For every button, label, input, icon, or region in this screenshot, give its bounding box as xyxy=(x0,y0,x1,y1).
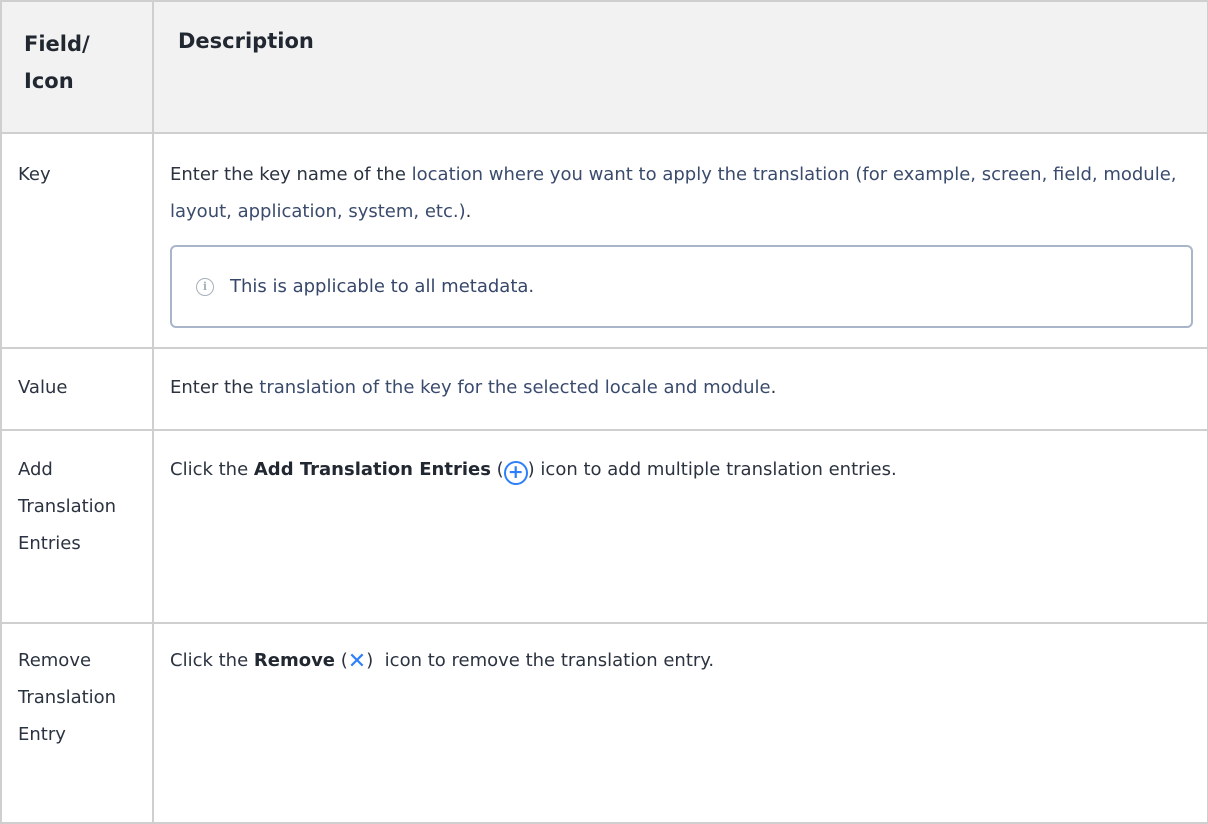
description-cell: Click the Remove (✕) icon to remove the … xyxy=(152,622,1208,824)
paren-close: ) xyxy=(527,459,535,480)
description-text: Click the Add Translation Entries (+) ic… xyxy=(154,431,1207,488)
info-note: i This is applicable to all metadata. xyxy=(170,245,1193,328)
description-text: Enter the translation of the key for the… xyxy=(154,349,1207,406)
header-description-label: Description xyxy=(178,29,314,53)
header-cell-description: Description xyxy=(152,0,1208,134)
description-cell: Enter the key name of the location where… xyxy=(152,132,1208,349)
header-field-label: Field/ Icon xyxy=(24,32,90,93)
description-end: icon to add multiple translation entries… xyxy=(534,459,897,480)
field-name: Key xyxy=(18,164,51,185)
description-end: . xyxy=(770,377,777,398)
info-note-text: This is applicable to all metadata. xyxy=(230,276,535,297)
field-description-table: Field/ Icon Description Key Enter the ke… xyxy=(0,0,1208,824)
field-cell: Value xyxy=(0,347,154,431)
description-lead: Click the xyxy=(170,650,254,671)
field-name: Remove Translation Entry xyxy=(18,650,117,745)
field-cell: Add Translation Entries xyxy=(0,429,154,624)
info-icon: i xyxy=(196,277,214,296)
table-row: Key Enter the key name of the location w… xyxy=(0,132,1208,349)
field-cell: Remove Translation Entry xyxy=(0,622,154,824)
table-row: Value Enter the translation of the key f… xyxy=(0,347,1208,431)
table-row: Remove Translation Entry Click the Remov… xyxy=(0,622,1208,824)
description-text: Enter the key name of the location where… xyxy=(154,134,1207,328)
table-row: Add Translation Entries Click the Add Tr… xyxy=(0,429,1208,624)
description-cell: Enter the translation of the key for the… xyxy=(152,347,1208,431)
paren-open: ( xyxy=(335,650,348,671)
header-cell-field: Field/ Icon xyxy=(0,0,154,134)
translation-link-text: translation of the key for the selected … xyxy=(259,377,771,398)
description-lead: Enter the key name of the xyxy=(170,164,412,185)
remove-label: Remove xyxy=(253,650,336,671)
description-text: Click the Remove (✕) icon to remove the … xyxy=(154,624,1207,680)
paren-open: ( xyxy=(490,459,504,480)
add-translation-entries-label: Add Translation Entries xyxy=(253,459,491,480)
description-end: . xyxy=(465,201,472,222)
field-cell: Key xyxy=(0,132,154,349)
add-circle-icon: + xyxy=(503,461,528,485)
field-name: Value xyxy=(18,377,68,398)
description-lead: Enter the xyxy=(170,377,260,398)
description-end: icon to remove the translation entry. xyxy=(373,650,715,671)
description-cell: Click the Add Translation Entries (+) ic… xyxy=(152,429,1208,624)
remove-x-icon: ✕ xyxy=(347,649,367,674)
field-name: Add Translation Entries xyxy=(18,459,117,554)
description-lead: Click the xyxy=(170,459,254,480)
table-header-row: Field/ Icon Description xyxy=(0,0,1208,134)
